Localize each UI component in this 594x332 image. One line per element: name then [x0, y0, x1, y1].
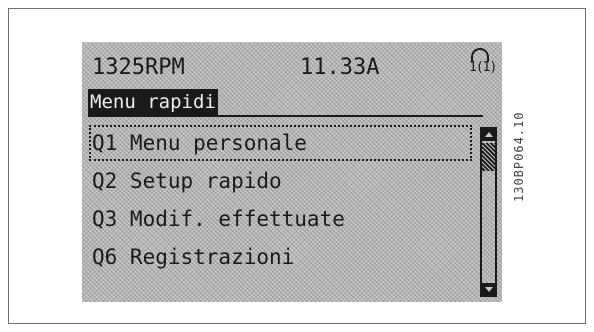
setup-indicator-icon: 1(1)	[467, 46, 503, 76]
menu-title-bar: Menu rapidi	[88, 89, 483, 117]
figure-code: 130BP064.10	[512, 111, 526, 202]
scroll-up-icon[interactable]	[482, 129, 495, 141]
speed-readout: 1325RPM	[92, 55, 185, 80]
scrollbar[interactable]	[480, 127, 497, 297]
menu-item-q1[interactable]: Q1 Menu personale	[88, 124, 473, 162]
menu-list: Q1 Menu personale Q2 Setup rapido Q3 Mod…	[88, 124, 473, 276]
lcd-display: 1325RPM 11.33A 1(1) Menu rapidi Q1 Menu …	[82, 42, 502, 302]
setup-indicator-label: 1(1)	[469, 60, 497, 75]
menu-item-q3[interactable]: Q3 Modif. effettuate	[88, 200, 473, 238]
menu-item-q2[interactable]: Q2 Setup rapido	[88, 162, 473, 200]
status-line: 1325RPM 11.33A	[92, 51, 497, 85]
menu-item-q6[interactable]: Q6 Registrazioni	[88, 238, 473, 276]
scroll-down-icon[interactable]	[482, 283, 495, 295]
current-readout: 11.33A	[300, 55, 380, 80]
scrollbar-thumb[interactable]	[482, 143, 495, 171]
menu-title: Menu rapidi	[88, 89, 218, 115]
